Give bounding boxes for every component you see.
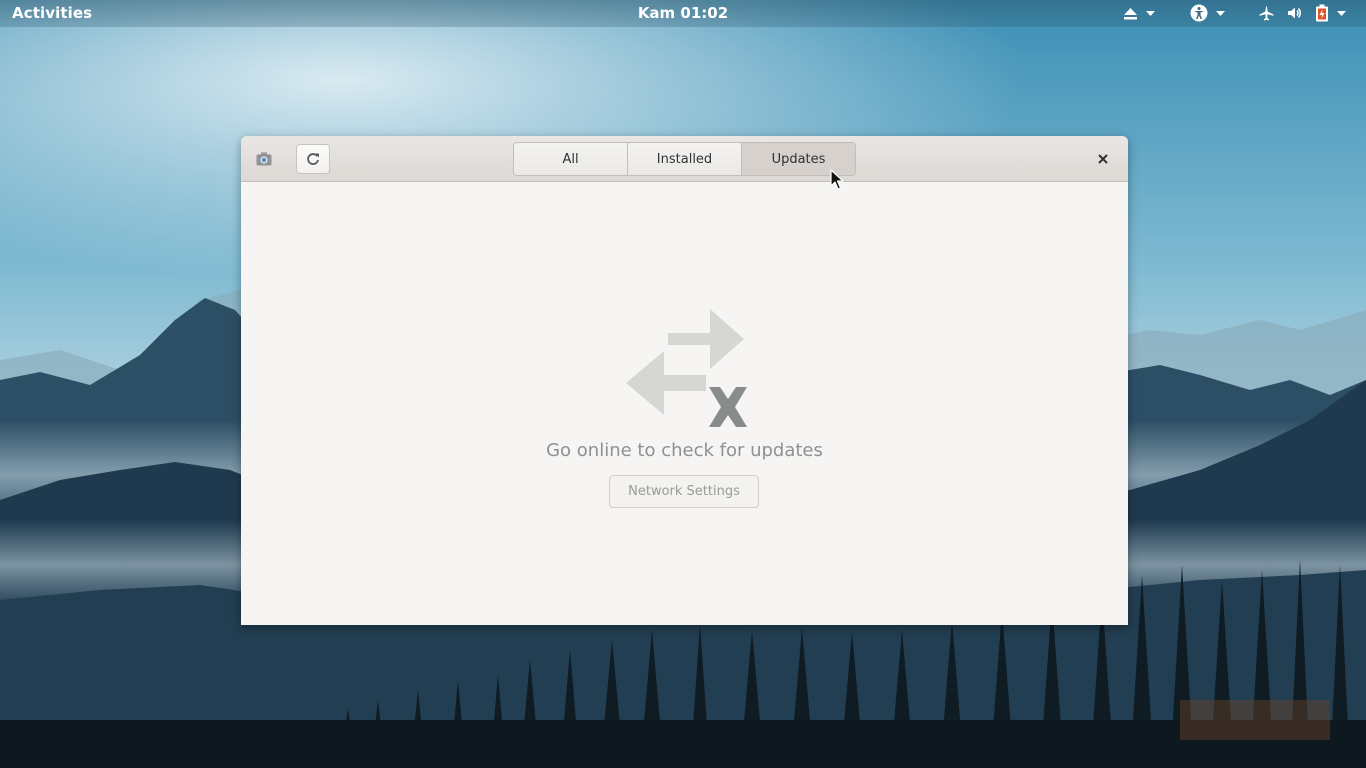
updates-page: Go online to check for updates Network S… — [241, 182, 1128, 625]
tab-installed[interactable]: Installed — [627, 143, 741, 175]
tab-all[interactable]: All — [514, 143, 627, 175]
network-offline-icon — [626, 309, 747, 427]
software-window: All Installed Updates Go online to check… — [241, 136, 1128, 625]
eject-menu[interactable] — [1123, 4, 1155, 22]
network-settings-button[interactable]: Network Settings — [609, 475, 759, 508]
chevron-down-icon — [1337, 10, 1346, 16]
close-icon — [1098, 154, 1108, 164]
clock-container: Kam 01:02 — [0, 4, 1366, 22]
accessibility-menu[interactable] — [1190, 4, 1225, 22]
camera-icon — [256, 152, 272, 166]
battery-icon — [1316, 4, 1328, 22]
clock-button[interactable]: Kam 01:02 — [638, 4, 728, 22]
airplane-mode-icon — [1259, 6, 1274, 20]
eject-icon — [1124, 7, 1137, 19]
chevron-down-icon — [1146, 10, 1155, 16]
screenshot-button[interactable] — [247, 144, 281, 174]
empty-state-title: Go online to check for updates — [546, 440, 823, 461]
accessibility-icon — [1190, 4, 1208, 22]
mouse-cursor-icon — [830, 169, 844, 190]
system-menu[interactable] — [1259, 4, 1346, 22]
chevron-down-icon — [1216, 10, 1225, 16]
header-bar: All Installed Updates — [241, 136, 1128, 182]
refresh-button[interactable] — [296, 144, 330, 174]
close-button[interactable] — [1090, 146, 1116, 172]
top-bar: Activities Kam 01:02 — [0, 0, 1366, 27]
activities-button[interactable]: Activities — [12, 4, 92, 22]
refresh-icon — [307, 153, 319, 165]
view-switcher: All Installed Updates — [513, 142, 856, 176]
volume-icon — [1288, 7, 1301, 19]
